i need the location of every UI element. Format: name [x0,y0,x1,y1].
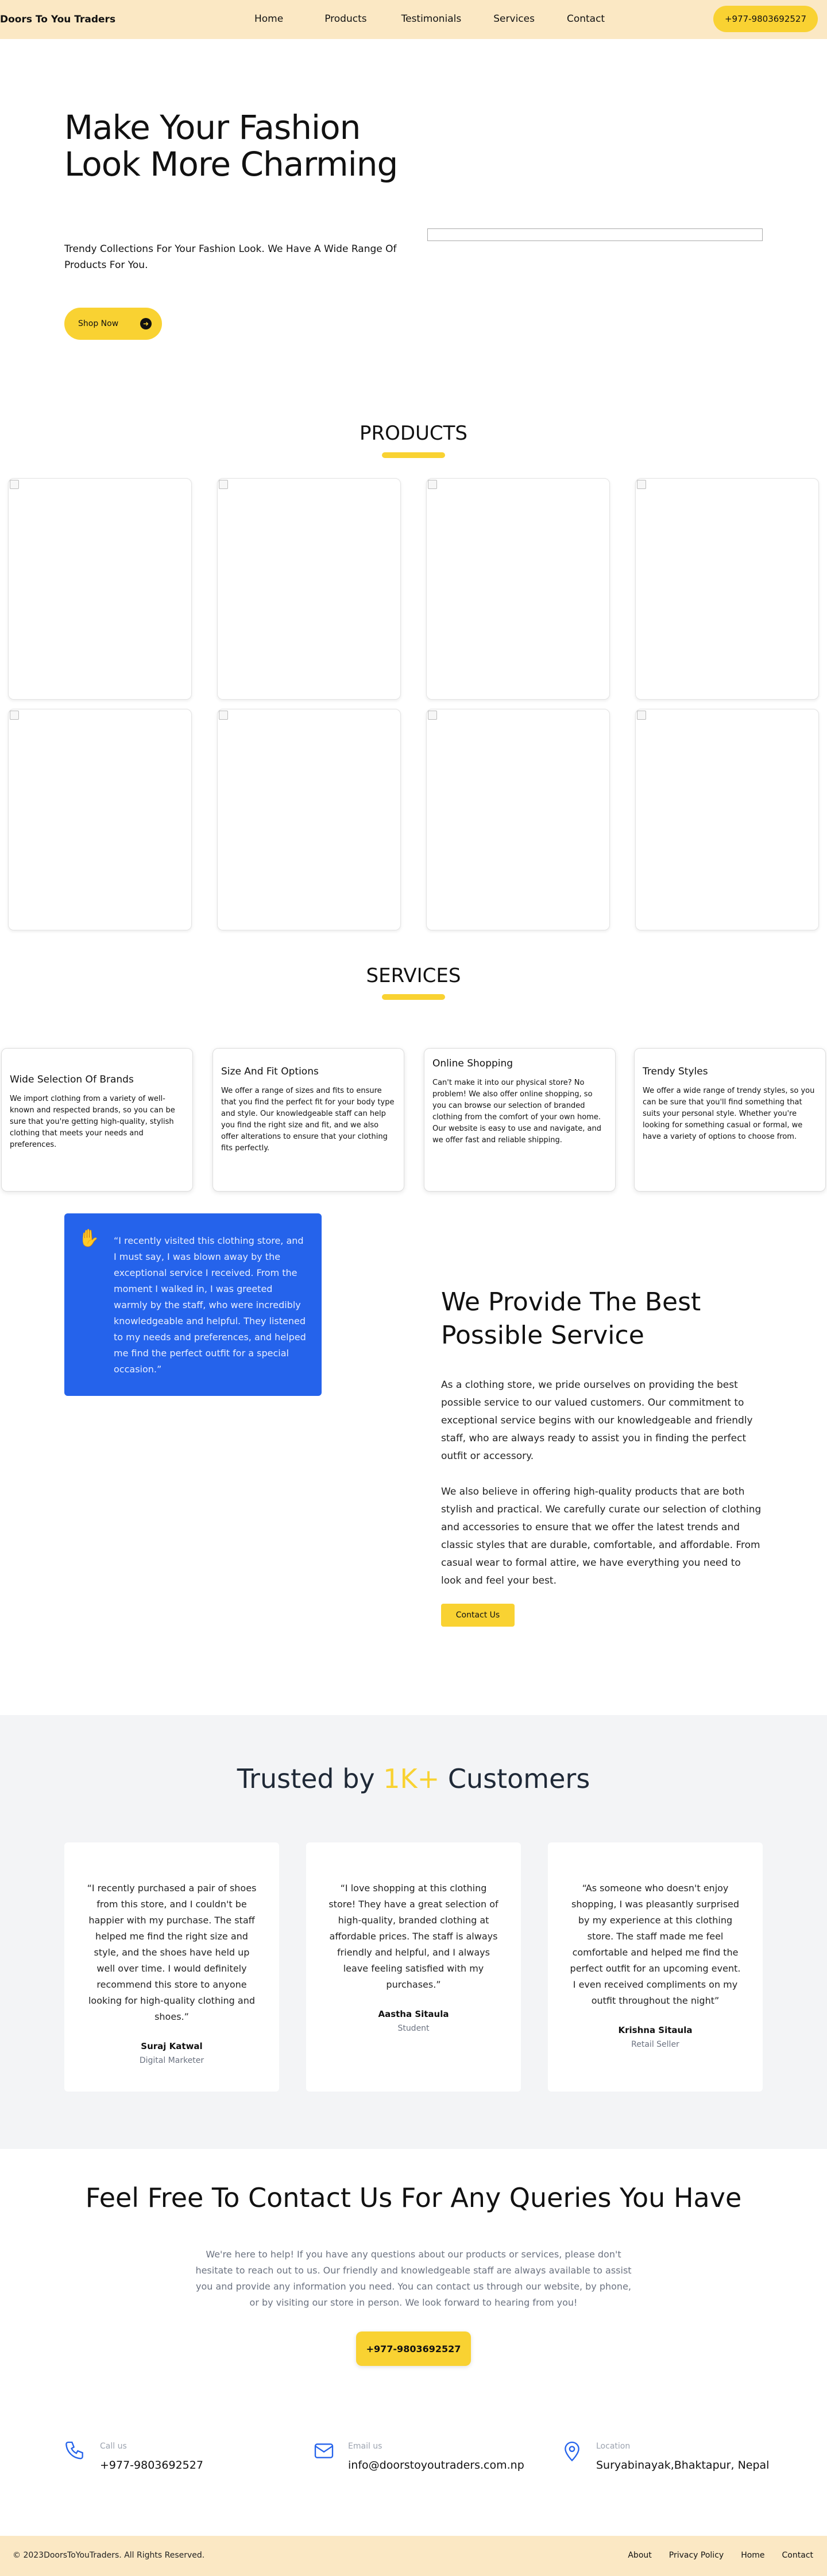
nav-phone-button[interactable]: +977-9803692527 [713,6,818,32]
product-image [637,480,646,489]
service-text: We offer a range of sizes and fits to en… [221,1087,395,1153]
contact-cta-section: Feel Free To Contact Us For Any Queries … [0,2149,827,2439]
brand-logo[interactable]: Doors To You Traders [0,14,115,25]
nav-links: Home Products Testimonials Services Cont… [254,13,605,25]
promise-title: We Provide The Best Possible Service [441,1287,701,1350]
product-card[interactable] [217,709,401,930]
highlight-quote: “I recently visited this clothing store,… [114,1235,306,1375]
product-card[interactable] [217,478,401,700]
testimonial-quote: “As someone who doesn't enjoy shopping, … [570,1883,741,2006]
service-text: Can't make it into our physical store? N… [432,1078,601,1145]
cta-title: Feel Free To Contact Us For Any Queries … [85,2182,742,2213]
testimonial-highlight: ✋ “I recently visited this clothing stor… [64,1213,322,1396]
testimonials-title: Trusted by 1K+ Customers [0,1763,827,1794]
testimonial-quote: “I recently purchased a pair of shoes fr… [87,1883,257,2022]
title-prefix: Trusted by [237,1763,384,1794]
product-image [428,711,437,720]
footer-links: About Privacy Policy Home Contact [628,2551,813,2560]
nav-link-testimonials[interactable]: Testimonials [401,13,462,25]
waving-hand-icon: ✋ [78,1228,100,1248]
products-grid [8,478,819,930]
product-card[interactable] [426,478,610,700]
hero-title: Make Your Fashion Look More Charming [64,108,398,184]
nav-link-contact[interactable]: Contact [567,13,605,25]
footer-link-privacy[interactable]: Privacy Policy [669,2551,724,2560]
contact-value: +977-9803692527 [100,2459,203,2472]
title-suffix: Customers [439,1763,590,1794]
contact-info-row: Call us +977-9803692527 Email us info@do… [0,2439,827,2536]
product-card[interactable] [8,709,192,930]
shop-now-button[interactable]: Shop Now ➜ [64,308,162,340]
product-card[interactable] [635,709,819,930]
products-title: PRODUCTS [359,422,468,445]
hero-subtitle: Trendy Collections For Your Fashion Look… [64,243,397,271]
product-image [219,711,228,720]
product-image [428,480,437,489]
service-text: We import clothing from a variety of wel… [10,1095,175,1149]
contact-label: Email us [348,2442,382,2451]
contact-us-button[interactable]: Contact Us [441,1604,515,1627]
phone-icon [65,2441,83,2459]
testimonial-role: Student [397,2024,430,2033]
service-title: Wide Selection Of Brands [10,1074,134,1085]
contact-value: Suryabinayak,Bhaktapur, Nepal [596,2459,770,2472]
promise-paragraph-2: We also believe in offering high-quality… [441,1486,762,1586]
cta-text: We're here to help! If you have any ques… [195,2249,632,2308]
product-card[interactable] [426,709,610,930]
testimonial-role: Retail Seller [631,2040,679,2049]
contact-label: Call us [100,2442,127,2451]
testimonial-name: Suraj Katwal [141,2041,203,2051]
product-image [10,711,19,720]
top-nav: Doors To You Traders Home Products Testi… [0,0,827,39]
services-section: SERVICES Wide Selection Of Brands We imp… [0,932,827,1213]
cta-phone-button[interactable]: +977-9803692527 [356,2331,471,2366]
testimonial-card: “I love shopping at this clothing store!… [306,1842,521,2092]
testimonial-card: “As someone who doesn't enjoy shopping, … [548,1842,763,2092]
hero-image [427,228,763,241]
title-accent: 1K+ [383,1763,440,1794]
testimonial-quote: “I love shopping at this clothing store!… [329,1883,498,1990]
service-title: Trendy Styles [643,1066,708,1077]
products-title-underline [382,452,445,458]
service-title: Online Shopping [432,1058,513,1069]
product-card[interactable] [8,478,192,700]
service-promise-section: ✋ “I recently visited this clothing stor… [0,1213,827,1715]
service-title: Size And Fit Options [221,1066,319,1077]
service-card-fit: Size And Fit Options We offer a range of… [212,1048,404,1192]
service-card-brands: Wide Selection Of Brands We import cloth… [1,1048,193,1192]
nav-link-services[interactable]: Services [493,13,535,25]
service-card-trendy: Trendy Styles We offer a wide range of t… [634,1048,826,1192]
testimonial-role: Digital Marketer [139,2056,204,2065]
product-image [637,711,646,720]
promise-paragraph-1: As a clothing store, we pride ourselves … [441,1379,753,1462]
product-card[interactable] [635,478,819,700]
testimonial-card: “I recently purchased a pair of shoes fr… [64,1842,279,2092]
footer-link-contact[interactable]: Contact [782,2551,813,2560]
footer-link-about[interactable]: About [628,2551,651,2560]
service-card-online: Online Shopping Can't make it into our p… [424,1048,616,1192]
hero-section: Make Your Fashion Look More Charming Tre… [0,39,827,360]
nav-link-products[interactable]: Products [324,13,366,25]
testimonials-section: Trusted by 1K+ Customers “I recently pur… [0,1715,827,2149]
contact-value: info@doorstoyoutraders.com.np [348,2459,524,2472]
location-icon [565,2441,579,2462]
footer: © 2023DoorsToYouTraders. All Rights Rese… [0,2536,827,2576]
mail-icon [314,2443,334,2458]
testimonial-name: Aastha Sitaula [378,2009,449,2019]
nav-link-home[interactable]: Home [254,13,283,25]
service-text: We offer a wide range of trendy styles, … [643,1087,815,1141]
product-image [10,480,19,489]
arrow-right-icon: ➜ [140,318,152,329]
shop-now-label: Shop Now [78,319,119,328]
footer-link-home[interactable]: Home [741,2551,764,2560]
services-title: SERVICES [366,964,461,987]
contact-label: Location [596,2442,631,2451]
products-section: PRODUCTS [0,360,827,932]
copyright-text: © 2023DoorsToYouTraders. All Rights Rese… [13,2551,205,2560]
product-image [219,480,228,489]
services-title-underline [382,994,445,1000]
testimonial-name: Krishna Sitaula [618,2025,693,2035]
